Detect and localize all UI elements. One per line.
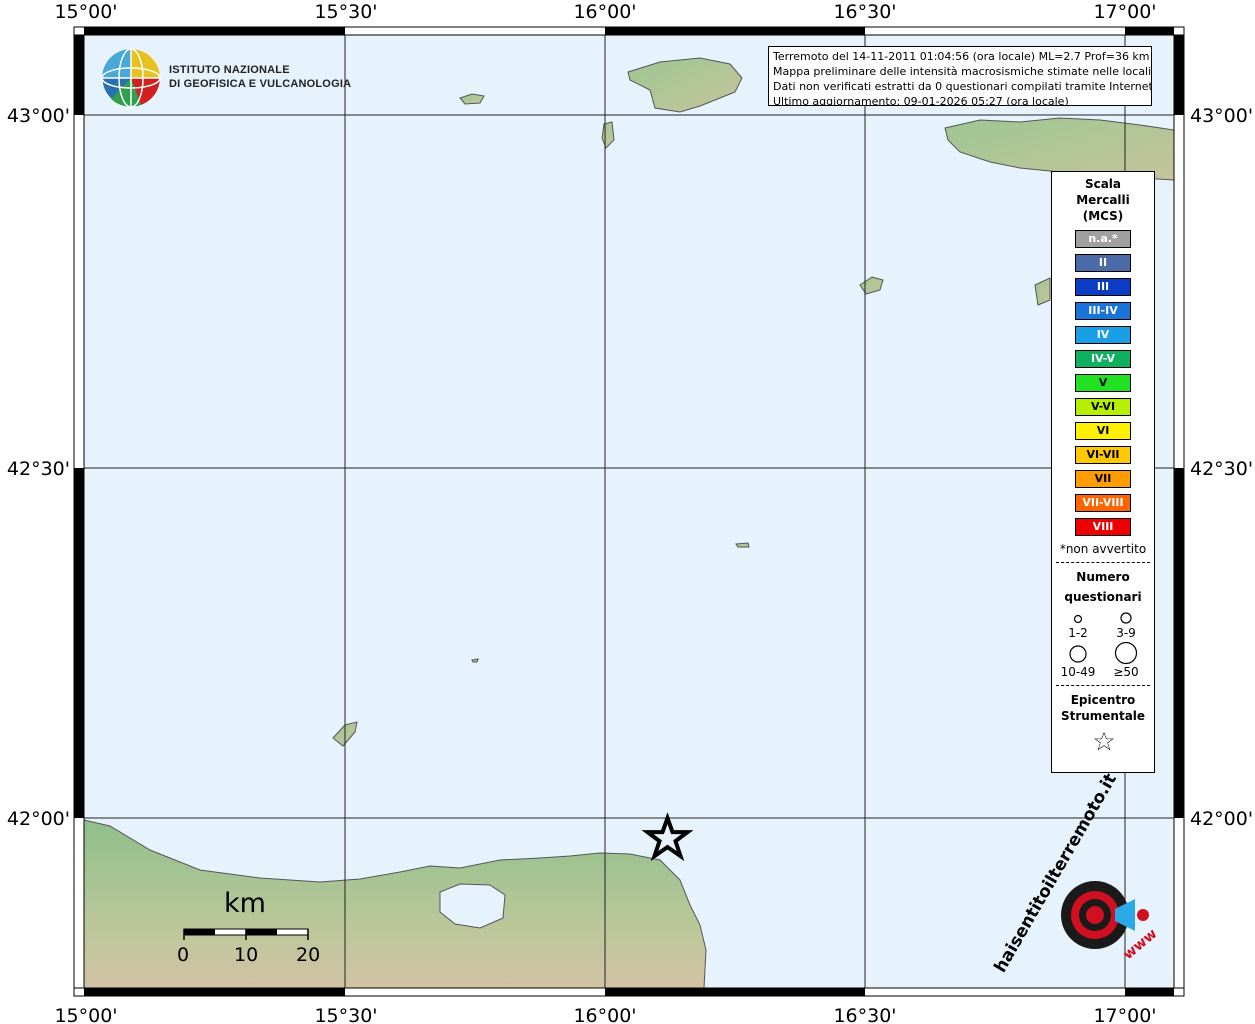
epicenter-title: Epicentro Strumentale — [1052, 692, 1154, 724]
questionnaires-title: Numero questionari — [1052, 567, 1154, 607]
intensity-scale: n.a.* II III III-IV IV IV-V V V-VI VI VI-VII VII VI… — [1052, 230, 1154, 536]
scale-label-10: 10 — [234, 944, 259, 966]
legend-divider-2 — [1056, 685, 1150, 686]
circle-size-2 — [1120, 612, 1132, 624]
lon-label-bottom-5: 17°00' — [1093, 1005, 1156, 1024]
lon-label-top-1: 15°00' — [54, 1, 117, 23]
info-line-2: Mappa preliminare delle intensità macros… — [773, 65, 1152, 78]
questionnaire-sizes: 1-2 3-9 10-49 ≥50 — [1052, 607, 1154, 679]
intensity-swatch-8: VI — [1075, 422, 1131, 440]
lat-label-left-3: 42°00' — [7, 808, 70, 830]
intensity-swatch-7: V-VI — [1075, 398, 1131, 416]
intensity-swatch-2: III — [1075, 278, 1131, 296]
circle-size-4 — [1114, 641, 1138, 665]
institute-name-line2: DI GEOFISICA E VULCANOLOGIA — [169, 78, 352, 90]
sea — [84, 27, 1174, 988]
legend-title: Scala Mercalli (MCS) — [1052, 176, 1154, 224]
intensity-swatch-11: VII-VIII — [1075, 494, 1131, 512]
info-line-1: Terremoto del 14-11-2011 01:04:56 (ora l… — [773, 50, 1150, 63]
legend-title-line1: Scala — [1084, 177, 1122, 191]
size-label-4: ≥50 — [1113, 665, 1139, 679]
island-small-4 — [735, 542, 750, 548]
lat-label-right-1: 43°00' — [1190, 105, 1253, 127]
size-label-2: 3-9 — [1116, 626, 1136, 640]
lon-label-bottom-3: 16°00' — [573, 1005, 636, 1024]
intensity-swatch-5: IV-V — [1075, 350, 1131, 368]
legend-title-line3: (MCS) — [1082, 209, 1124, 223]
event-info-box: Terremoto del 14-11-2011 01:04:56 (ora l… — [768, 46, 1152, 106]
legend-note: *non avvertito — [1059, 542, 1147, 556]
scale-label-20: 20 — [296, 944, 321, 966]
lat-label-right-2: 42°30' — [1190, 458, 1253, 480]
lon-label-top-4: 16°30' — [833, 1, 896, 23]
ingv-globe-icon — [101, 48, 161, 108]
questionnaires-title-line2: questionari — [1064, 590, 1142, 604]
lon-label-top-2: 15°30' — [314, 1, 377, 23]
lon-label-top-5: 17°00' — [1093, 1, 1156, 23]
island-small-6 — [471, 658, 479, 663]
intensity-swatch-9: VI-VII — [1075, 446, 1131, 464]
info-line-3: Dati non verificati estratti da 0 questi… — [773, 80, 1152, 93]
star-icon — [1094, 731, 1114, 751]
intensity-swatch-12: VIII — [1075, 518, 1131, 536]
size-label-3: 10-49 — [1060, 665, 1096, 679]
intensity-swatch-3: III-IV — [1075, 302, 1131, 320]
scale-label-0: 0 — [177, 944, 190, 966]
epicenter-title-line1: Epicentro — [1070, 693, 1136, 707]
intensity-swatch-0: n.a.* — [1075, 230, 1131, 248]
institute-name: ISTITUTO NAZIONALE DI GEOFISICA E VULCAN… — [169, 63, 351, 91]
circle-size-1 — [1073, 614, 1083, 624]
lat-label-right-3: 42°00' — [1190, 808, 1253, 830]
epicenter-title-line2: Strumentale — [1060, 709, 1146, 723]
lon-label-bottom-4: 16°30' — [833, 1005, 896, 1024]
legend: Scala Mercalli (MCS) n.a.* II III III-IV IV I… — [1051, 171, 1155, 773]
lat-label-left-1: 43°00' — [7, 105, 70, 127]
intensity-swatch-1: II — [1075, 254, 1131, 272]
lon-label-bottom-2: 15°30' — [314, 1005, 377, 1024]
questionnaires-title-line1: Numero — [1076, 570, 1130, 584]
lon-label-top-3: 16°00' — [573, 1, 636, 23]
institute-name-line1: ISTITUTO NAZIONALE — [169, 64, 290, 76]
intensity-swatch-6: V — [1075, 374, 1131, 392]
size-label-1: 1-2 — [1068, 626, 1088, 640]
lon-label-bottom-1: 15°00' — [54, 1005, 117, 1024]
legend-divider — [1056, 562, 1150, 563]
intensity-swatch-4: IV — [1075, 326, 1131, 344]
circle-size-3 — [1069, 645, 1087, 663]
intensity-swatch-10: VII — [1075, 470, 1131, 488]
legend-title-line2: Mercalli — [1076, 193, 1130, 207]
info-line-4: Ultimo aggiornamento: 09-01-2026 05:27 (… — [773, 95, 1069, 106]
lat-label-left-2: 42°30' — [7, 458, 70, 480]
scale-unit: km — [224, 888, 266, 919]
